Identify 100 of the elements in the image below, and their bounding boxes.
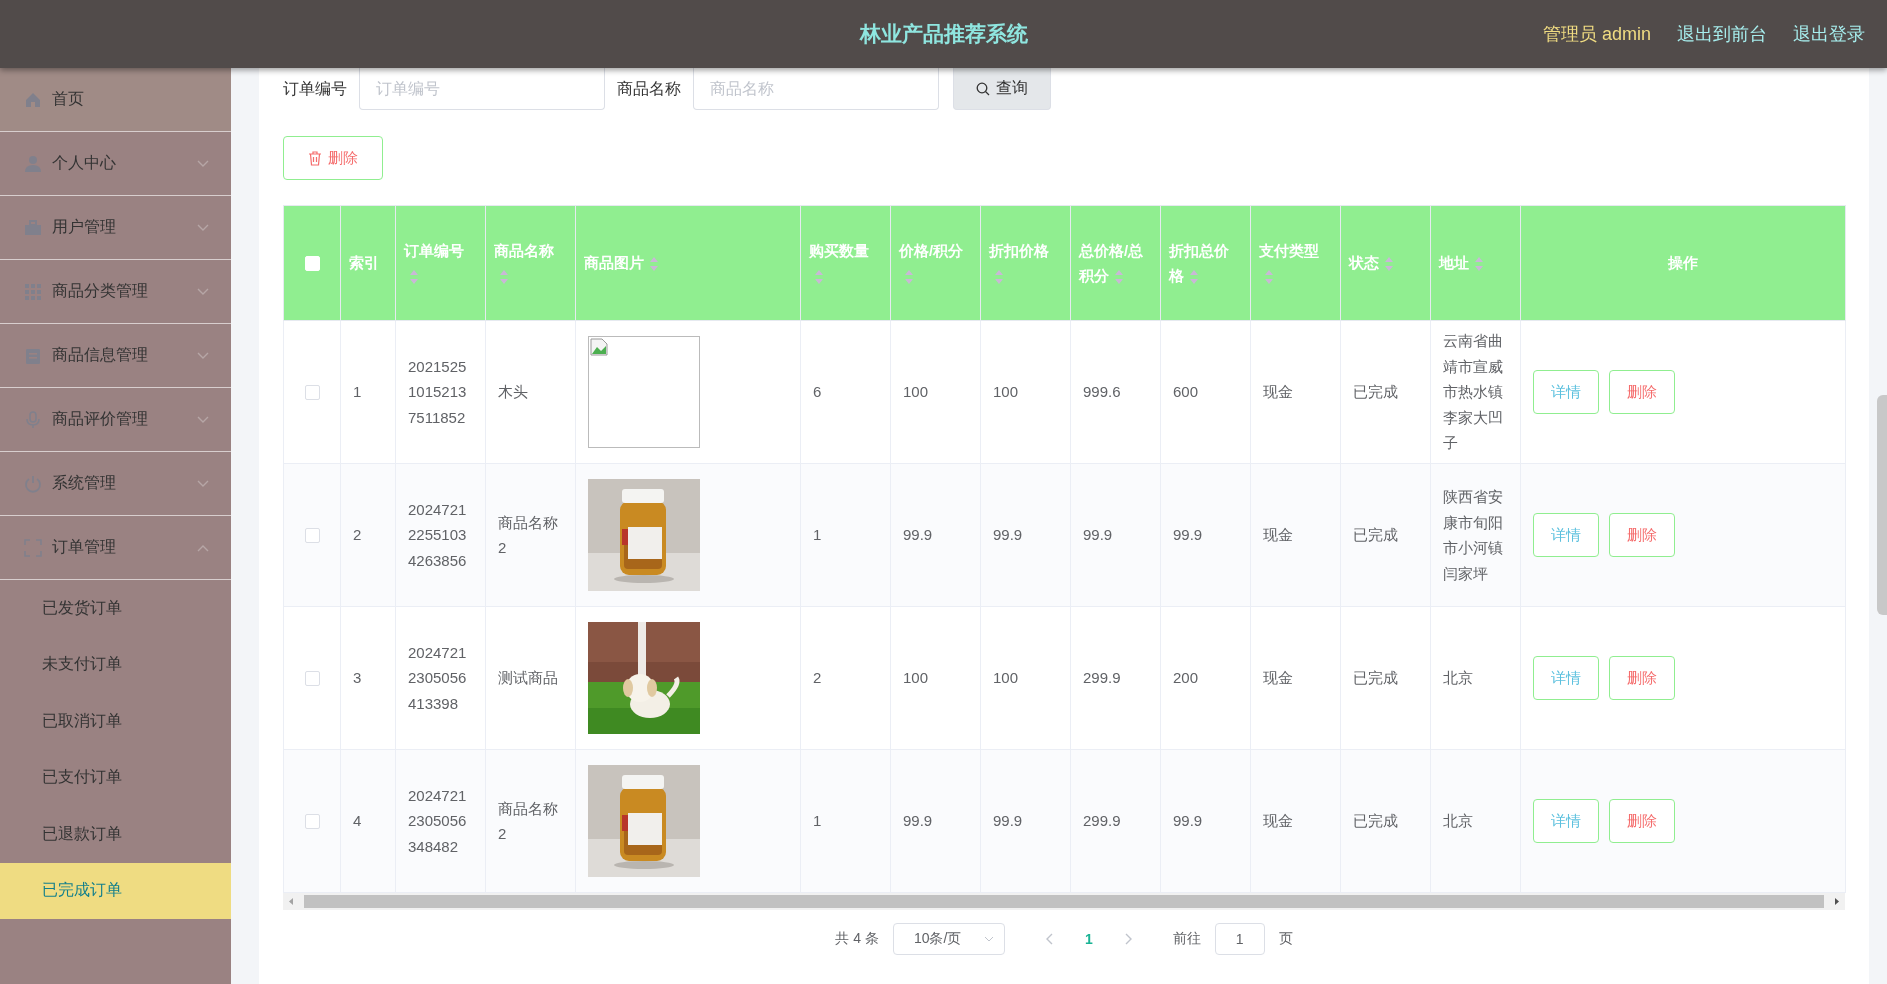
user-label: 管理员 admin xyxy=(1542,23,1651,46)
field-label: 商品名称 xyxy=(617,78,681,99)
sort-icon[interactable] xyxy=(1115,269,1123,286)
page-number[interactable]: 1 xyxy=(1076,931,1101,947)
table-cell: 100 xyxy=(890,606,981,750)
table-cell: 100 xyxy=(890,320,981,464)
sidebar-item[interactable]: 商品评价管理 xyxy=(0,388,231,452)
table-cell: 600 xyxy=(1160,320,1251,464)
previous-page-icon[interactable] xyxy=(1044,933,1055,945)
home-icon xyxy=(24,90,42,109)
submenu-item[interactable]: 已退款订单 xyxy=(0,806,231,863)
table-cell: 已完成 xyxy=(1340,320,1431,464)
chevron-icon xyxy=(197,415,209,424)
table-cell: 2 xyxy=(340,463,396,607)
page-input[interactable]: 1 xyxy=(1214,923,1265,955)
sidebar-item[interactable]: 首页 xyxy=(0,68,231,132)
delete-row-button[interactable]: 删除 xyxy=(1609,513,1675,557)
column-header: 操作 xyxy=(1520,205,1846,321)
delete-row-button[interactable]: 删除 xyxy=(1609,656,1675,700)
chevron-icon xyxy=(197,223,209,232)
chevron-icon xyxy=(197,159,209,168)
briefcase-icon xyxy=(24,218,42,237)
sort-icon[interactable] xyxy=(650,256,658,273)
sidebar-item[interactable]: 系统管理 xyxy=(0,452,231,516)
details-button[interactable]: 详情 xyxy=(1533,799,1599,843)
field-label: 订单编号 xyxy=(283,78,347,99)
delete-button[interactable]: 删除 xyxy=(283,136,383,180)
table-cell: 999.6 xyxy=(1070,320,1161,464)
details-button[interactable]: 详情 xyxy=(1533,513,1599,557)
table-cell: 木头 xyxy=(485,320,576,464)
sort-icon[interactable] xyxy=(815,269,823,286)
details-button[interactable]: 详情 xyxy=(1533,370,1599,414)
total-count: 共 4 条 xyxy=(835,930,879,948)
table-cell: 北京 xyxy=(1430,749,1521,893)
sort-icon[interactable] xyxy=(500,269,508,286)
table-cell: 现金 xyxy=(1250,606,1341,750)
table-cell: 北京 xyxy=(1430,606,1521,750)
row-checkbox[interactable] xyxy=(304,384,320,400)
select-all-checkbox[interactable] xyxy=(304,255,320,271)
submenu-item[interactable]: 已取消订单 xyxy=(0,693,231,750)
caret-icon xyxy=(983,936,994,942)
table-cell: 99.9 xyxy=(1070,463,1161,607)
table-cell: 陕西省安康市旬阳市小河镇闫家坪 xyxy=(1430,463,1521,607)
sort-icon[interactable] xyxy=(905,269,913,286)
table-cell: 1 xyxy=(340,320,396,464)
submenu-item[interactable]: 未支付订单 xyxy=(0,636,231,693)
sort-icon[interactable] xyxy=(410,269,418,286)
search-field[interactable]: 商品名称 xyxy=(693,68,939,110)
page-size-select[interactable]: 10条/页 xyxy=(892,923,1005,955)
sort-icon[interactable] xyxy=(1190,269,1198,286)
table-cell: 100 xyxy=(980,606,1071,750)
table-cell: 20247212305056413398 xyxy=(395,606,486,750)
table-cell: 已完成 xyxy=(1340,463,1431,607)
table-cell: 现金 xyxy=(1250,320,1341,464)
table-cell: 99.9 xyxy=(980,463,1071,607)
sidebar-item[interactable]: 个人中心 xyxy=(0,132,231,196)
table-cell: 测试商品 xyxy=(485,606,576,750)
goto-label: 前往 xyxy=(1172,930,1201,948)
table-cell: 2 xyxy=(800,606,891,750)
sort-icon[interactable] xyxy=(1265,269,1273,286)
table-cell: 商品名称2 xyxy=(485,463,576,607)
microphone-icon xyxy=(24,410,42,429)
table-cell: 202472122551034263856 xyxy=(395,463,486,607)
sidebar-item[interactable]: 商品分类管理 xyxy=(0,260,231,324)
header-link[interactable]: 退出登录 xyxy=(1793,22,1865,46)
sidebar-item[interactable]: 用户管理 xyxy=(0,196,231,260)
table-cell: 1 xyxy=(800,749,891,893)
sidebar-item[interactable]: 订单管理 xyxy=(0,516,231,580)
submenu-item[interactable]: 已支付订单 xyxy=(0,749,231,806)
table-cell: 100 xyxy=(980,320,1071,464)
chevron-icon xyxy=(197,287,209,296)
table-cell: 已完成 xyxy=(1340,606,1431,750)
details-button[interactable]: 详情 xyxy=(1533,656,1599,700)
horizontal-scrollbar[interactable] xyxy=(283,893,1845,910)
person-icon xyxy=(24,154,42,173)
table-cell: 已完成 xyxy=(1340,749,1431,893)
sidebar-item[interactable]: 商品信息管理 xyxy=(0,324,231,388)
table-cell: 商品名称2 xyxy=(485,749,576,893)
delete-row-button[interactable]: 删除 xyxy=(1609,799,1675,843)
submenu-item[interactable]: 已完成订单 xyxy=(0,862,231,919)
table-cell: 202152510152137511852 xyxy=(395,320,486,464)
search-field[interactable]: 订单编号 xyxy=(359,68,605,110)
sort-icon[interactable] xyxy=(1385,256,1393,273)
table-cell: 现金 xyxy=(1250,749,1341,893)
submenu-item[interactable]: 已发货订单 xyxy=(0,580,231,637)
grid-icon xyxy=(24,282,42,301)
sort-icon[interactable] xyxy=(995,269,1003,286)
row-checkbox[interactable] xyxy=(304,670,320,686)
header-link[interactable]: 退出到前台 xyxy=(1677,22,1767,46)
page-suffix: 页 xyxy=(1278,930,1293,948)
scrollbar-thumb[interactable] xyxy=(1877,395,1887,615)
search-button[interactable]: 查询 xyxy=(953,68,1051,110)
row-checkbox[interactable] xyxy=(304,527,320,543)
search-icon xyxy=(976,81,990,96)
row-checkbox[interactable] xyxy=(304,813,320,829)
table-cell: 99.9 xyxy=(980,749,1071,893)
delete-row-button[interactable]: 删除 xyxy=(1609,370,1675,414)
table-cell: 99.9 xyxy=(890,463,981,607)
sort-icon[interactable] xyxy=(1475,256,1483,273)
column-header: 索引 xyxy=(340,205,396,321)
